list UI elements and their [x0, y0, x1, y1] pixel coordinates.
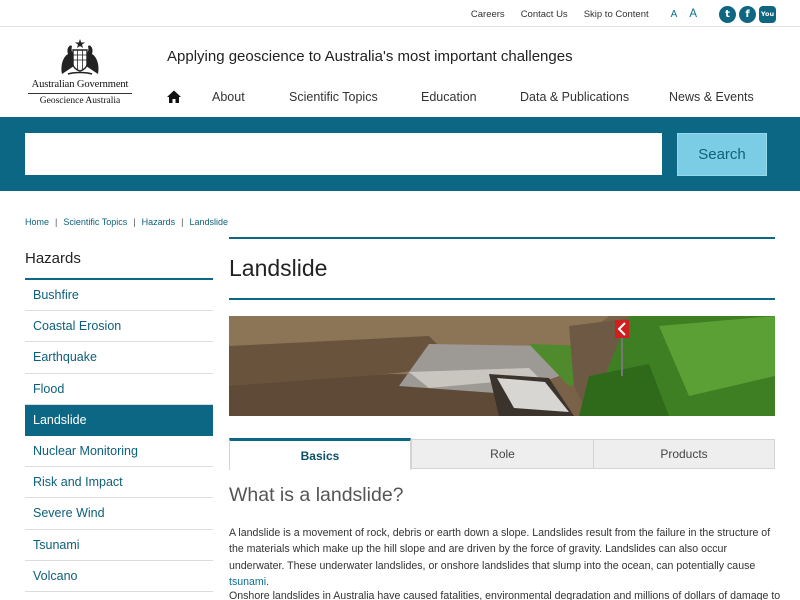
contact-us-link[interactable]: Contact Us	[521, 9, 568, 20]
site-tagline: Applying geoscience to Australia's most …	[167, 48, 573, 65]
government-logo[interactable]: Australian Government Geoscience Austral…	[26, 36, 134, 110]
second-paragraph: Onshore landslides in Australia have cau…	[229, 590, 781, 600]
sidebar-item-coastal-erosion[interactable]: Coastal Erosion	[25, 311, 213, 343]
title-rule-top	[229, 237, 775, 239]
utility-bar: Careers Contact Us Skip to Content A A t…	[0, 0, 800, 27]
breadcrumb-home[interactable]: Home	[25, 217, 49, 227]
search-button[interactable]: Search	[677, 133, 767, 176]
page-title: Landslide	[229, 255, 328, 281]
search-input[interactable]	[25, 133, 662, 175]
youtube-icon[interactable]: You	[759, 5, 776, 23]
breadcrumb-hazards[interactable]: Hazards	[142, 217, 176, 227]
font-size-small-button[interactable]: A	[671, 9, 678, 20]
sidebar: Hazards Bushfire Coastal Erosion Earthqu…	[25, 238, 213, 592]
breadcrumb-scientific-topics[interactable]: Scientific Topics	[63, 217, 127, 227]
nav-scientific-topics[interactable]: Scientific Topics	[289, 90, 378, 104]
tsunami-link[interactable]: tsunami	[229, 576, 266, 588]
sidebar-item-bushfire[interactable]: Bushfire	[25, 280, 213, 312]
font-size-large-button[interactable]: A	[689, 8, 697, 20]
nav-data-publications[interactable]: Data & Publications	[520, 90, 629, 104]
sidebar-item-flood[interactable]: Flood	[25, 374, 213, 405]
sidebar-item-risk-and-impact[interactable]: Risk and Impact	[25, 467, 213, 499]
title-rule-bottom	[229, 298, 775, 300]
sidebar-item-landslide[interactable]: Landslide	[25, 404, 213, 436]
home-icon[interactable]	[166, 89, 182, 105]
logo-name: Australian Government	[31, 79, 129, 90]
intro-paragraph: A landslide is a movement of rock, debri…	[229, 525, 775, 590]
breadcrumb-landslide[interactable]: Landslide	[189, 217, 228, 227]
content-tabs: Basics Role Products	[229, 438, 775, 470]
section-heading: What is a landslide?	[229, 484, 404, 506]
nav-education[interactable]: Education	[421, 90, 477, 104]
intro-text: A landslide is a movement of rock, debri…	[229, 527, 771, 572]
breadcrumb-separator: |	[55, 217, 58, 227]
facebook-icon[interactable]: f	[739, 5, 756, 23]
tab-role[interactable]: Role	[411, 439, 594, 469]
sidebar-title: Hazards	[25, 238, 213, 280]
breadcrumb: Home | Scientific Topics | Hazards | Lan…	[25, 217, 228, 227]
sidebar-item-severe-wind[interactable]: Severe Wind	[25, 498, 213, 530]
logo-divider	[28, 93, 132, 94]
skip-to-content-link[interactable]: Skip to Content	[584, 9, 649, 20]
logo-subtitle: Geoscience Australia	[39, 96, 121, 106]
nav-news-events[interactable]: News & Events	[669, 90, 754, 104]
nav-about[interactable]: About	[212, 90, 245, 104]
landslide-hero-image	[229, 316, 775, 416]
breadcrumb-separator: |	[133, 217, 136, 227]
careers-link[interactable]: Careers	[471, 9, 505, 20]
breadcrumb-separator: |	[181, 217, 184, 227]
sidebar-item-volcano[interactable]: Volcano	[25, 561, 213, 592]
main-navigation: About Scientific Topics Education Data &…	[166, 86, 786, 110]
coat-of-arms-icon	[61, 39, 99, 75]
tab-basics[interactable]: Basics	[229, 438, 411, 470]
twitter-icon[interactable]: t	[719, 5, 736, 23]
social-links: t f You	[719, 5, 776, 23]
sidebar-item-earthquake[interactable]: Earthquake	[25, 342, 213, 374]
tab-products[interactable]: Products	[593, 439, 775, 469]
sidebar-item-nuclear-monitoring[interactable]: Nuclear Monitoring	[25, 436, 213, 468]
intro-end: .	[266, 575, 270, 588]
utility-links: Careers Contact Us Skip to Content A A t…	[455, 4, 776, 24]
search-band: Search	[0, 117, 800, 191]
sidebar-item-tsunami[interactable]: Tsunami	[25, 530, 213, 561]
